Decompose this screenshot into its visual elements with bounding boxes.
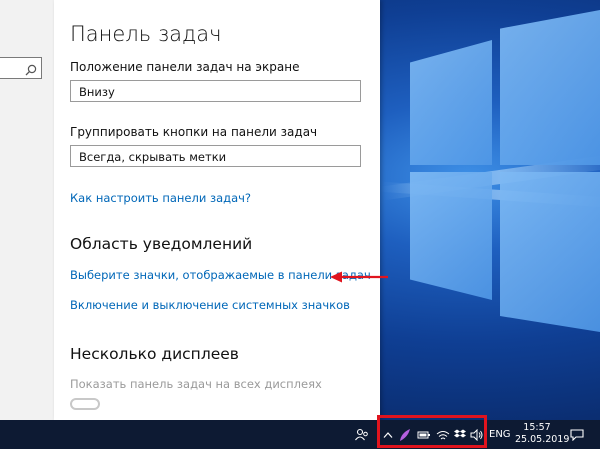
action-center-icon[interactable] [566, 420, 588, 449]
taskbar-position-value: Внизу [79, 85, 115, 99]
tray-highlight-box [377, 415, 487, 448]
show-on-all-displays-toggle[interactable] [70, 398, 100, 410]
notification-area-heading: Область уведомлений [70, 235, 253, 253]
clock-date: 25.05.2019 [515, 434, 570, 445]
group-buttons-value: Всегда, скрывать метки [79, 150, 227, 164]
search-input[interactable] [0, 57, 42, 79]
people-icon[interactable] [351, 420, 373, 449]
show-on-all-displays-label: Показать панель задач на всех дисплеях [70, 377, 322, 391]
annotation-arrow [330, 271, 388, 283]
group-buttons-label: Группировать кнопки на панели задач [70, 125, 318, 139]
taskbar-settings-panel: Панель задач Положение панели задач на э… [54, 0, 380, 420]
system-icons-toggle-link[interactable]: Включение и выключение системных значков [70, 298, 350, 312]
language-indicator[interactable]: ENG [489, 429, 511, 440]
taskbar-position-label: Положение панели задач на экране [70, 60, 300, 74]
group-buttons-select[interactable]: Всегда, скрывать метки [70, 145, 361, 167]
taskbar-clock[interactable]: 15:57 25.05.2019 [515, 422, 570, 446]
page-title: Панель задач [70, 22, 222, 46]
select-taskbar-icons-link[interactable]: Выберите значки, отображаемые в панели з… [70, 268, 371, 282]
multiple-displays-heading: Несколько дисплеев [70, 345, 239, 363]
help-taskbar-link[interactable]: Как настроить панели задач? [70, 191, 251, 205]
settings-navigation-strip [0, 0, 55, 420]
search-icon [25, 61, 37, 80]
taskbar-position-select[interactable]: Внизу [70, 80, 361, 102]
clock-time: 15:57 [523, 422, 551, 433]
